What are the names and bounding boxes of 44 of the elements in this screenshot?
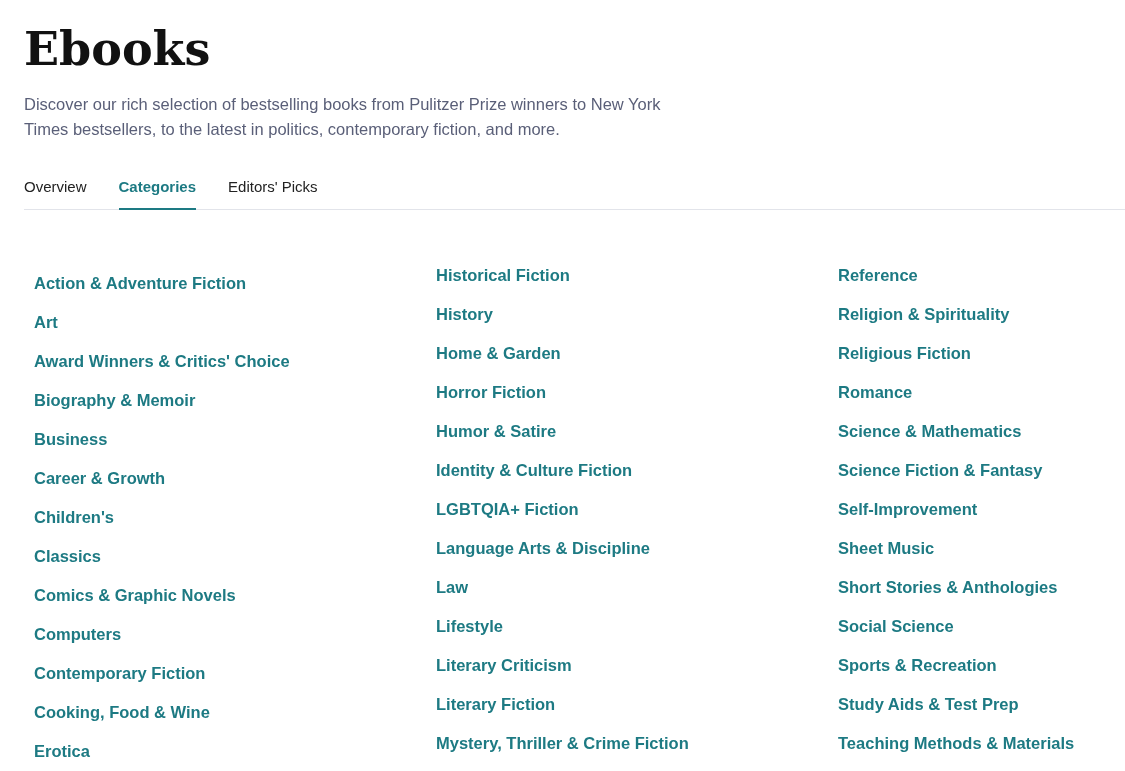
category-link[interactable]: Teaching Methods & Materials (838, 732, 1075, 755)
category-link[interactable]: Law (436, 576, 469, 599)
category-link[interactable]: Career & Growth (34, 467, 166, 490)
category-link[interactable]: Business (34, 428, 108, 451)
category-link[interactable]: Historical Fiction (436, 264, 570, 287)
tab[interactable]: Overview (24, 172, 87, 210)
category-link[interactable]: Sheet Music (838, 537, 935, 560)
category-link[interactable]: Humor & Satire (436, 420, 557, 443)
category-link[interactable]: Children's (34, 506, 115, 529)
category-link[interactable]: Award Winners & Critics' Choice (34, 350, 290, 373)
category-link[interactable]: Romance (838, 381, 913, 404)
category-link[interactable]: LGBTQIA+ Fiction (436, 498, 579, 521)
category-link[interactable]: Horror Fiction (436, 381, 546, 404)
category-link[interactable]: Social Science (838, 615, 954, 638)
category-link[interactable]: Biography & Memoir (34, 389, 196, 412)
tab[interactable]: Editors' Picks (228, 172, 318, 210)
category-link[interactable]: Cooking, Food & Wine (34, 701, 210, 724)
category-link[interactable]: Literary Fiction (436, 693, 556, 716)
category-link[interactable]: Action & Adventure Fiction (34, 272, 247, 295)
category-link[interactable]: Reference (838, 264, 918, 287)
category-link[interactable]: Religious Fiction (838, 342, 971, 365)
category-link[interactable]: Sports & Recreation (838, 654, 997, 677)
category-link[interactable]: Self-Improvement (838, 498, 978, 521)
category-link[interactable]: Science & Mathematics (838, 420, 1022, 443)
category-link[interactable]: Comics & Graphic Novels (34, 584, 236, 607)
category-link[interactable]: Lifestyle (436, 615, 503, 638)
category-link[interactable]: Art (34, 311, 58, 334)
category-link[interactable]: Classics (34, 545, 101, 568)
page-description: Discover our rich selection of bestselling books from Pulitzer Prize winners to New York Times bestsellers, to the latest in politics, contemporary fiction, and more. (24, 94, 662, 140)
tab[interactable]: Categories (118, 172, 197, 210)
category-link[interactable]: History (436, 303, 493, 326)
category-link[interactable]: Home & Garden (436, 342, 561, 365)
category-link[interactable]: Language Arts & Discipline (436, 537, 650, 560)
category-link[interactable]: Religion & Spirituality (838, 303, 1010, 326)
category-link[interactable]: Literary Criticism (436, 654, 572, 677)
category-link[interactable]: Computers (34, 623, 122, 646)
category-link[interactable]: Study Aids & Test Prep (838, 693, 1019, 716)
category-link[interactable]: Short Stories & Anthologies (838, 576, 1058, 599)
category-link[interactable]: Contemporary Fiction (34, 662, 206, 685)
category-link[interactable]: Science Fiction & Fantasy (838, 459, 1043, 482)
category-link[interactable]: Identity & Culture Fiction (436, 459, 633, 482)
category-link[interactable]: Erotica (34, 740, 90, 763)
page-title: Ebooks (24, 21, 212, 78)
category-link[interactable]: Mystery, Thriller & Crime Fiction (436, 732, 689, 755)
